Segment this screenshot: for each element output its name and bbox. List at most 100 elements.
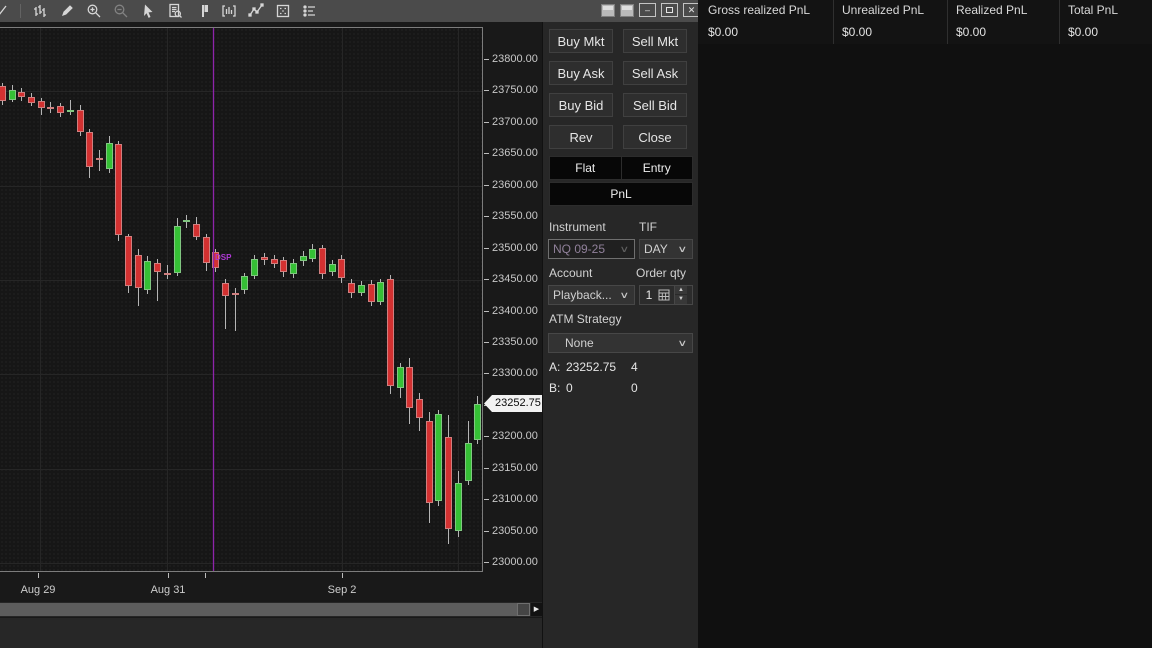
pnl-column-value: $0.00 xyxy=(1068,25,1099,39)
order-button-sell-mkt[interactable]: Sell Mkt xyxy=(623,29,687,53)
panel-icon[interactable] xyxy=(193,3,210,20)
order-button-buy-bid[interactable]: Buy Bid xyxy=(549,93,613,117)
gridline-vertical xyxy=(342,28,343,571)
playback-marker-label: DSP xyxy=(215,253,232,262)
position-tabs-row1: Flat Entry xyxy=(549,156,693,180)
position-row-label: B: xyxy=(549,381,561,395)
tick-dash xyxy=(484,248,489,249)
candle-body xyxy=(18,92,25,98)
tab-entry[interactable]: Entry xyxy=(622,157,693,179)
time-axis[interactable]: Aug 29 Aug 31 Sep 2 xyxy=(0,572,542,602)
candle-body xyxy=(455,483,462,531)
doc-search-icon[interactable] xyxy=(166,3,183,20)
candle-body xyxy=(144,260,151,291)
tif-label: TIF xyxy=(639,220,657,234)
tab-pnl[interactable]: PnL xyxy=(550,183,692,205)
candle-wick xyxy=(99,149,100,172)
minimize-button[interactable]: – xyxy=(639,3,656,17)
tif-select[interactable]: DAY ∨ xyxy=(639,239,693,259)
pnl-column-header[interactable]: Gross realized PnL xyxy=(708,3,810,17)
time-tick-label: Aug 31 xyxy=(150,584,186,596)
order-qty-field[interactable]: 1 ▲ ▼ xyxy=(639,285,693,305)
order-button-close[interactable]: Close xyxy=(623,125,687,149)
position-qty: 4 xyxy=(631,360,638,374)
time-tick xyxy=(168,573,169,578)
candle-body xyxy=(387,278,394,387)
candle-body xyxy=(9,90,16,101)
candle-body xyxy=(38,100,45,109)
qty-spinner: ▲ ▼ xyxy=(674,286,687,304)
candle-body xyxy=(435,414,442,501)
candle-body xyxy=(474,403,481,441)
price-axis[interactable]: 23800.00 23750.00 23700.00 23650.00 23600.00… xyxy=(483,27,542,572)
dock-panel-2-icon[interactable] xyxy=(620,3,634,17)
candle-body xyxy=(222,282,229,297)
pencil-icon[interactable] xyxy=(58,3,75,20)
gridline-horizontal xyxy=(0,563,482,564)
order-button-buy-ask[interactable]: Buy Ask xyxy=(549,61,613,85)
cursor-icon[interactable] xyxy=(139,3,156,20)
tick-dash xyxy=(484,562,489,563)
pnl-summary-strip: Gross realized PnL $0.00 Unrealized PnL $0.… xyxy=(698,0,1152,44)
chart-box-icon[interactable] xyxy=(220,3,237,20)
candle-body xyxy=(28,96,35,104)
candle-body xyxy=(183,220,190,223)
chart-settings-icon[interactable] xyxy=(274,3,291,20)
order-button-rev[interactable]: Rev xyxy=(549,125,613,149)
instrument-select[interactable]: NQ 09-25 ∨ xyxy=(548,239,635,259)
calculator-icon[interactable] xyxy=(658,289,670,301)
account-select[interactable]: Playback... ∨ xyxy=(548,285,635,305)
atm-strategy-select[interactable]: None ∨ xyxy=(548,333,693,353)
price-tick-label: 23750.00 xyxy=(492,84,538,96)
position-price: 23252.75 xyxy=(566,360,617,374)
tab-flat[interactable]: Flat xyxy=(550,157,622,179)
qty-decrement-button[interactable]: ▼ xyxy=(675,295,687,304)
last-price-tag: 23252.75 xyxy=(484,395,542,412)
pnl-column-header[interactable]: Realized PnL xyxy=(956,3,1027,17)
candle-body xyxy=(115,144,122,236)
tick-dash xyxy=(484,216,489,217)
list-icon[interactable] xyxy=(301,3,318,20)
candle-body xyxy=(125,236,132,287)
instrument-label: Instrument xyxy=(549,220,606,234)
candle-body xyxy=(319,248,326,275)
scrollbar-grip[interactable] xyxy=(517,603,530,616)
tick-dash xyxy=(484,531,489,532)
order-button-buy-mkt[interactable]: Buy Mkt xyxy=(549,29,613,53)
candle-body xyxy=(57,105,64,113)
candle-body xyxy=(300,256,307,262)
chart-toolbar: – ✕ xyxy=(0,0,700,22)
tick-dash xyxy=(484,342,489,343)
candle-body xyxy=(377,281,384,302)
candle-body xyxy=(338,258,345,279)
candlestick-plot[interactable]: DSP xyxy=(0,27,483,572)
pnl-column-divider xyxy=(1059,0,1060,44)
scrollbar-thumb[interactable] xyxy=(0,603,530,616)
order-button-sell-bid[interactable]: Sell Bid xyxy=(623,93,687,117)
order-button-sell-ask[interactable]: Sell Ask xyxy=(623,61,687,85)
tick-dash xyxy=(484,59,489,60)
toolbar-separator xyxy=(20,4,21,18)
scrollbar-right-arrow[interactable]: ▶ xyxy=(531,603,542,616)
order-qty-label: Order qty xyxy=(636,266,687,280)
zoom-out-icon[interactable] xyxy=(112,3,129,20)
check-icon[interactable] xyxy=(0,3,10,20)
candle-body xyxy=(154,262,161,272)
order-entry-panel: Buy Mkt Sell Mkt Buy Ask Sell Ask Buy Bid Sel… xyxy=(542,22,698,648)
playback-position-line[interactable] xyxy=(213,28,214,571)
position-price: 0 xyxy=(566,381,573,395)
pnl-column-header[interactable]: Unrealized PnL xyxy=(842,3,924,17)
price-tick-label: 23600.00 xyxy=(492,179,538,191)
zigzag-icon[interactable] xyxy=(247,3,264,20)
pnl-column-header[interactable]: Total PnL xyxy=(1068,3,1118,17)
candle-body xyxy=(77,110,84,133)
time-tick xyxy=(38,573,39,578)
candle-body xyxy=(368,283,375,302)
chevron-down-icon: ∨ xyxy=(619,289,630,300)
zoom-in-icon[interactable] xyxy=(85,3,102,20)
qty-increment-button[interactable]: ▲ xyxy=(675,286,687,295)
bar-chart-icon[interactable] xyxy=(31,3,48,20)
dock-panel-icon[interactable] xyxy=(601,3,615,17)
tick-dash xyxy=(484,185,489,186)
restore-button[interactable] xyxy=(661,3,678,17)
